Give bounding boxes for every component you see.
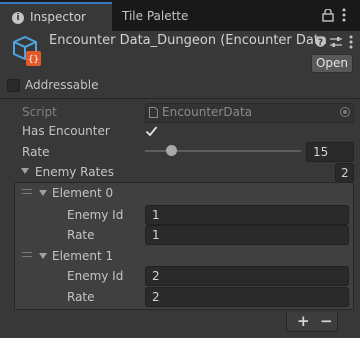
enemy-id-input[interactable]: 2 [145,266,349,286]
lock-icon[interactable] [322,9,334,22]
tab-inspector[interactable]: i Inspector [0,2,112,31]
preset-sliders-icon[interactable] [330,36,342,48]
enemy-rates-foldout-icon[interactable] [21,168,29,174]
enemy-rates-size[interactable]: 2 [335,163,354,183]
addressable-checkbox[interactable] [7,79,20,92]
enemy-rates-label: Enemy Rates [35,165,114,179]
kebab-menu-icon[interactable] [342,8,346,22]
svg-text:?: ? [318,38,323,47]
tab-inspector-label: Inspector [30,10,86,24]
addressable-label: Addressable [25,78,99,92]
has-encounter-checkbox[interactable] [145,125,158,137]
add-element-button[interactable]: + [297,312,310,330]
script-value: EncounterData [162,105,253,119]
element-foldout-icon[interactable] [39,253,47,259]
remove-element-button[interactable]: − [320,312,333,330]
component-menu-icon[interactable] [349,35,353,49]
element-0-label: Element 0 [52,186,114,200]
asset-title: Encounter Data_Dungeon (Encounter Data [49,33,327,48]
tab-tile-palette-label: Tile Palette [122,9,189,23]
script-label: Script [22,105,57,119]
enemy-id-input[interactable]: 1 [145,205,349,225]
object-picker-icon[interactable] [340,107,350,117]
element-rate-label: Rate [67,290,95,304]
open-button[interactable]: Open [311,54,353,73]
divider [0,98,360,99]
enemy-id-label: Enemy Id [67,269,124,283]
rate-slider-thumb[interactable] [166,145,177,156]
element-rate-label: Rate [67,228,95,242]
has-encounter-label: Has Encounter [22,124,110,138]
info-icon: i [12,12,24,24]
tab-tile-palette[interactable]: Tile Palette [112,2,224,31]
drag-handle-icon[interactable] [22,252,32,257]
help-icon[interactable]: ? [315,36,326,47]
rate-label: Rate [22,145,50,159]
element-rate-input[interactable]: 1 [145,225,349,245]
svg-text:{}: {} [28,55,39,65]
element-1-label: Element 1 [52,249,114,263]
script-file-icon [149,107,158,118]
rate-input[interactable]: 15 [306,142,354,162]
element-rate-input[interactable]: 2 [145,287,349,307]
element-foldout-icon[interactable] [39,190,47,196]
drag-handle-icon[interactable] [22,189,32,194]
scriptable-object-icon: {} [13,35,41,66]
enemy-id-label: Enemy Id [67,208,124,222]
